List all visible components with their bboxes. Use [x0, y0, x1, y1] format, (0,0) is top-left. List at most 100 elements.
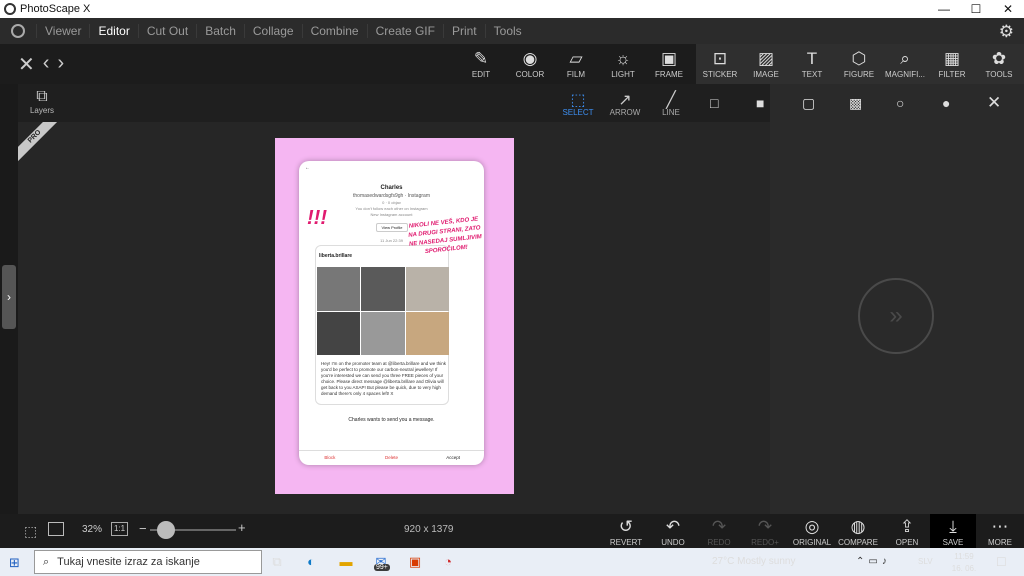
tool-color[interactable]: ◉ COLOR — [507, 48, 553, 79]
revert-icon: ↺ — [618, 517, 634, 536]
close-button[interactable]: ✕ — [992, 2, 1024, 16]
grid-photo — [317, 267, 361, 311]
maximize-button[interactable]: ☐ — [960, 2, 992, 16]
menu-cut-out[interactable]: Cut Out — [137, 24, 196, 38]
rect-outline-icon[interactable]: □ — [710, 95, 718, 111]
menu-bar: Viewer Editor Cut Out Batch Collage Comb… — [0, 18, 1024, 44]
menu-tools[interactable]: Tools — [484, 24, 530, 38]
photoscape-taskbar-icon[interactable]: ◔ — [437, 552, 459, 572]
tool-magnifier[interactable]: ⌕ MAGNIFI... — [882, 48, 928, 79]
title-bar: PhotoScape X — ☐ ✕ — [0, 0, 1024, 18]
tool-light[interactable]: ☼ LIGHT — [600, 48, 646, 79]
edge-browser-icon[interactable]: ◐ — [300, 552, 322, 572]
filter-icon: ▦ — [943, 49, 961, 68]
revert-button[interactable]: ↺ REVERT — [603, 514, 649, 547]
redo-icon: ↷ — [711, 517, 727, 536]
actual-size-button[interactable]: 1:1 — [111, 522, 128, 536]
message-text: Hey! I'm on the promoter team at @libert… — [321, 361, 446, 396]
forward-double-chevron-icon[interactable]: » — [858, 278, 934, 354]
grid-photo — [405, 267, 449, 311]
redo-button[interactable]: ↷ REDO — [696, 514, 742, 547]
windows-start-icon[interactable]: ⊞ — [9, 555, 20, 571]
compare-button[interactable]: ◍ COMPARE — [835, 514, 881, 547]
zoom-in-button[interactable]: + — [238, 520, 246, 535]
select-tool[interactable]: ⬚ SELECT — [558, 90, 598, 117]
menu-batch[interactable]: Batch — [196, 24, 244, 38]
grid-photo — [317, 311, 361, 355]
line-tool[interactable]: ╱ LINE — [651, 90, 691, 117]
split-view-icon[interactable] — [48, 522, 64, 536]
tool-figure[interactable]: ⬡ FIGURE — [836, 48, 882, 79]
tool-text[interactable]: T TEXT — [789, 48, 835, 79]
settings-gear-icon[interactable]: ⚙ — [999, 22, 1014, 42]
app-logo-icon — [4, 3, 16, 15]
tool-film[interactable]: ▱ FILM — [553, 48, 599, 79]
warning-annotation: NIKOLI NE VEŠ, KDO JE NA DRUGI STRANI, Z… — [408, 216, 483, 256]
task-view-icon[interactable]: ⧉ — [266, 552, 288, 572]
undo-button[interactable]: ↶ UNDO — [650, 514, 696, 547]
previous-icon[interactable]: ‹ — [43, 52, 50, 77]
rect-filled-icon[interactable]: ■ — [756, 95, 764, 111]
office-icon[interactable]: ▣ — [404, 552, 426, 572]
search-icon: ⌕ — [43, 555, 50, 568]
menu-create-gif[interactable]: Create GIF — [366, 24, 443, 38]
rounded-rect-filled-icon[interactable]: ▩ — [849, 95, 862, 112]
more-icon: ⋯ — [991, 517, 1009, 536]
notification-center-icon[interactable]: ☐ — [996, 555, 1007, 569]
open-button[interactable]: ⇪ OPEN — [884, 514, 930, 547]
save-button[interactable]: ⤓ SAVE — [930, 514, 976, 548]
arrow-tool[interactable]: ↗ ARROW — [605, 90, 645, 117]
menu-print[interactable]: Print — [442, 24, 485, 38]
weather-widget[interactable]: 27°C Mostly sunny — [712, 556, 795, 567]
close-panel-icon[interactable]: ✕ — [987, 93, 1001, 113]
save-icon: ⤓ — [949, 517, 957, 536]
profile-name: Charles — [380, 185, 403, 191]
delete-label: Delete — [385, 455, 399, 460]
notification-count-badge: 99+ — [374, 564, 390, 571]
request-actions: Block Delete Accept — [299, 450, 484, 465]
circle-filled-icon[interactable]: ● — [942, 95, 950, 111]
redo-plus-icon: ↷ — [757, 517, 773, 536]
line-icon: ╱ — [666, 92, 676, 109]
original-button[interactable]: ◎ ORIGINAL — [789, 514, 835, 547]
more-button[interactable]: ⋯ MORE — [977, 514, 1023, 547]
menu-combine[interactable]: Combine — [301, 24, 367, 38]
minimize-button[interactable]: — — [928, 2, 960, 16]
open-icon: ⇪ — [899, 517, 915, 536]
circle-outline-icon[interactable]: ○ — [896, 95, 904, 111]
next-icon[interactable]: › — [57, 52, 64, 77]
close-image-icon[interactable]: ✕ — [18, 52, 35, 77]
photoscape-logo-icon[interactable] — [0, 18, 36, 44]
rounded-rect-outline-icon[interactable]: ▢ — [802, 95, 815, 112]
input-language[interactable]: SLV — [918, 557, 933, 566]
compare-icon: ◍ — [850, 517, 866, 536]
menu-editor[interactable]: Editor — [89, 24, 137, 38]
accept-label: Accept — [446, 455, 461, 460]
menu-viewer[interactable]: Viewer — [36, 24, 89, 38]
menu-collage[interactable]: Collage — [243, 24, 302, 38]
edit-icon: ✎ — [473, 49, 489, 68]
tool-edit[interactable]: ✎ EDIT — [458, 48, 504, 79]
layers-button[interactable]: ⧉ Layers — [24, 88, 60, 115]
grid-icon[interactable]: ⬚ — [24, 523, 37, 540]
taskbar-search-input[interactable]: ⌕ Tukaj vnesite izraz za iskanje — [34, 550, 262, 574]
grid-photo — [361, 311, 405, 355]
view-profile-button: View Profile — [376, 223, 408, 232]
tools-icon: ✿ — [991, 49, 1007, 68]
file-explorer-icon[interactable]: ▬ — [335, 552, 357, 572]
system-tray-icons[interactable]: ⌃▭♪ — [856, 556, 891, 567]
figure-icon: ⬡ — [851, 49, 867, 68]
tool-tools[interactable]: ✿ TOOLS — [976, 48, 1022, 79]
taskbar-clock[interactable]: 11:59 16. 06. 2022 — [946, 551, 982, 576]
expand-panel-chevron-icon[interactable]: › — [2, 265, 16, 329]
tool-image[interactable]: ▨ IMAGE — [743, 48, 789, 79]
redo-plus-button[interactable]: ↷ REDO+ — [742, 514, 788, 547]
undo-icon: ↶ — [665, 517, 681, 536]
select-icon: ⬚ — [570, 92, 586, 109]
tool-frame[interactable]: ▣ FRAME — [646, 48, 692, 79]
tool-sticker[interactable]: ⊡ STICKER — [697, 48, 743, 79]
tool-filter[interactable]: ▦ FILTER — [929, 48, 975, 79]
zoom-out-button[interactable]: − — [139, 521, 147, 536]
original-icon: ◎ — [804, 517, 820, 536]
card-account-name: liberta.brillare — [319, 253, 353, 259]
